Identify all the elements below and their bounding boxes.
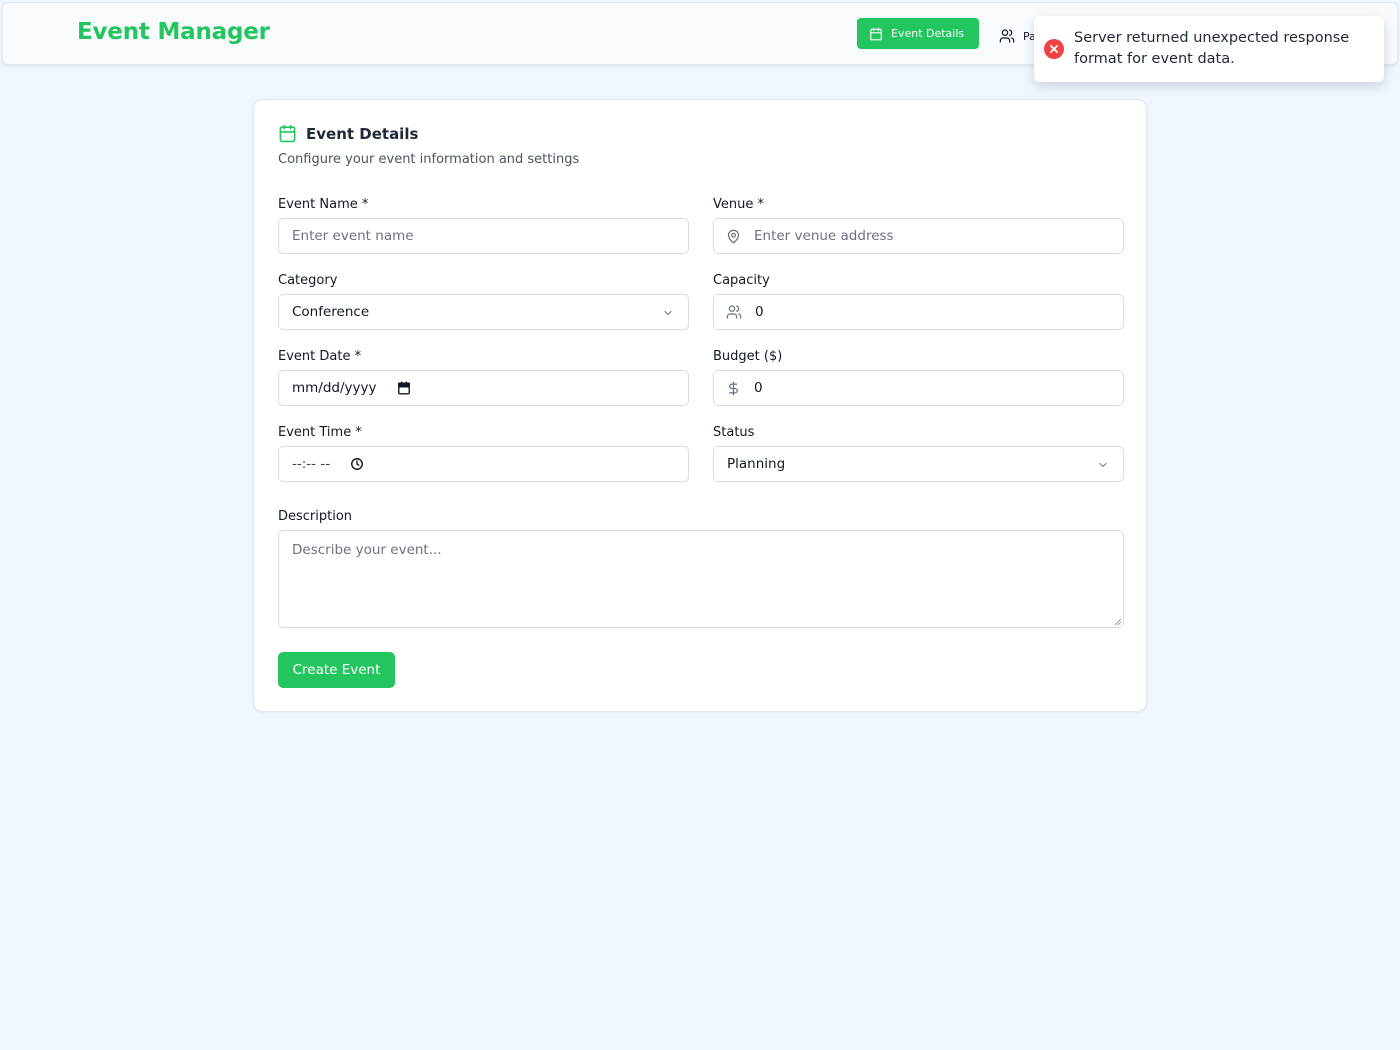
- event-date-input[interactable]: mm/dd/yyyy: [278, 370, 689, 406]
- event-details-card: Event Details Configure your event infor…: [253, 99, 1147, 712]
- error-x-icon: [1044, 39, 1064, 59]
- error-toast[interactable]: Server returned unexpected response form…: [1034, 16, 1384, 82]
- card-title: Event Details: [306, 124, 419, 143]
- event-time-placeholder: --:-- --: [292, 456, 331, 472]
- capacity-value: 0: [755, 304, 764, 320]
- status-label: Status: [713, 425, 755, 440]
- event-name-label: Event Name *: [278, 197, 369, 212]
- nav-tab-participants[interactable]: Pa: [999, 26, 1036, 46]
- calendar-icon: [870, 27, 882, 40]
- card-header: Event Details: [278, 124, 418, 143]
- nav-tab-event-details[interactable]: Event Details: [857, 18, 979, 49]
- venue-input[interactable]: Enter venue address: [713, 218, 1124, 254]
- create-event-button[interactable]: Create Event: [278, 652, 395, 688]
- description-placeholder: Describe your event...: [292, 542, 442, 558]
- description-textarea[interactable]: Describe your event...: [278, 530, 1124, 628]
- card-subtitle: Configure your event information and set…: [278, 152, 580, 167]
- capacity-label: Capacity: [713, 273, 770, 288]
- event-name-input[interactable]: Enter event name: [278, 218, 689, 254]
- users-icon: [999, 29, 1015, 43]
- budget-input[interactable]: 0: [713, 370, 1124, 406]
- event-date-placeholder: mm/dd/yyyy: [292, 380, 377, 396]
- calendar-icon[interactable]: [397, 381, 411, 395]
- users-icon: [726, 305, 742, 319]
- description-label: Description: [278, 509, 353, 524]
- budget-label: Budget ($): [713, 349, 783, 364]
- category-select[interactable]: Conference: [278, 294, 689, 330]
- map-pin-icon: [727, 229, 740, 243]
- status-select[interactable]: Planning: [713, 446, 1124, 482]
- calendar-icon: [279, 124, 296, 143]
- category-selected-value: Conference: [292, 304, 370, 320]
- status-selected-value: Planning: [727, 456, 786, 472]
- event-time-label: Event Time *: [278, 425, 362, 440]
- chevron-down-icon: [664, 311, 672, 315]
- capacity-input[interactable]: 0: [713, 294, 1124, 330]
- clock-icon[interactable]: [350, 457, 364, 471]
- nav-tab-label: Event Details: [891, 27, 965, 40]
- venue-label: Venue *: [713, 197, 764, 212]
- category-label: Category: [278, 273, 338, 288]
- toast-message: Server returned unexpected response form…: [1074, 30, 1350, 67]
- budget-value: 0: [754, 380, 763, 396]
- app-title: Event Manager: [77, 19, 270, 45]
- event-time-input[interactable]: --:-- --: [278, 446, 689, 482]
- dollar-icon: [729, 381, 738, 395]
- event-date-label: Event Date *: [278, 349, 362, 364]
- event-name-placeholder: Enter event name: [292, 228, 414, 244]
- resize-grip-icon[interactable]: [1114, 618, 1122, 626]
- venue-placeholder: Enter venue address: [754, 228, 894, 244]
- chevron-down-icon: [1099, 463, 1107, 467]
